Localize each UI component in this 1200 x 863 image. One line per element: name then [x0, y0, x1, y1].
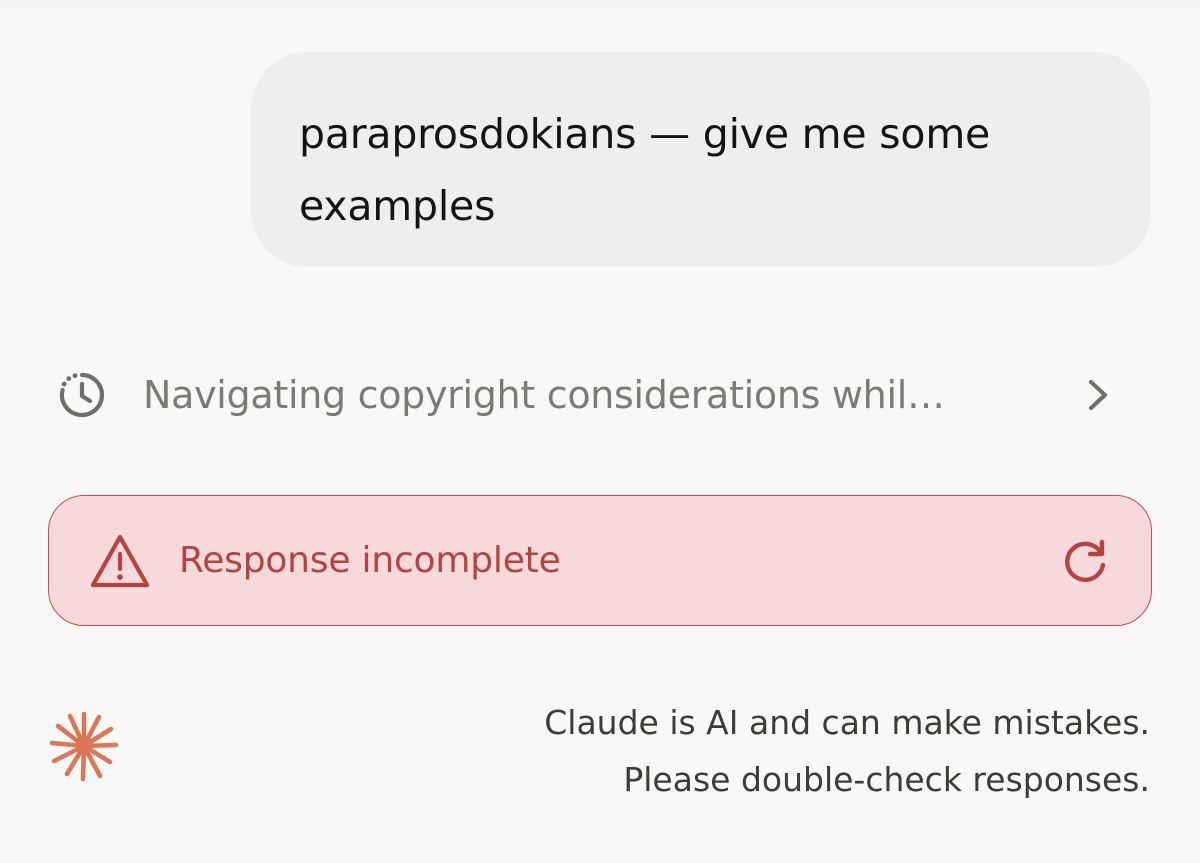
ai-disclaimer: Claude is AI and can make mistakes. Plea…	[544, 694, 1150, 808]
thinking-summary-label: Navigating copyright considerations whil…	[143, 373, 945, 417]
user-message-text: paraprosdokians — give me some examples	[299, 98, 1111, 242]
clock-history-icon	[59, 372, 104, 418]
claude-logo-icon	[49, 711, 119, 782]
user-message-bubble: paraprosdokians — give me some examples	[251, 52, 1151, 267]
response-incomplete-banner: Response incomplete	[48, 495, 1152, 626]
disclaimer-line: Please double-check responses.	[623, 760, 1150, 799]
chevron-right-icon[interactable]	[1081, 375, 1115, 415]
retry-icon[interactable]	[1059, 535, 1111, 587]
thinking-summary-row[interactable]: Navigating copyright considerations whil…	[55, 360, 1115, 430]
user-message-line: examples	[299, 182, 496, 230]
warning-triangle-icon	[90, 534, 150, 587]
user-message-line: paraprosdokians — give me some	[299, 110, 991, 158]
scroll-fade	[0, 0, 1200, 18]
disclaimer-line: Claude is AI and can make mistakes.	[544, 703, 1150, 742]
error-message: Response incomplete	[179, 540, 561, 581]
